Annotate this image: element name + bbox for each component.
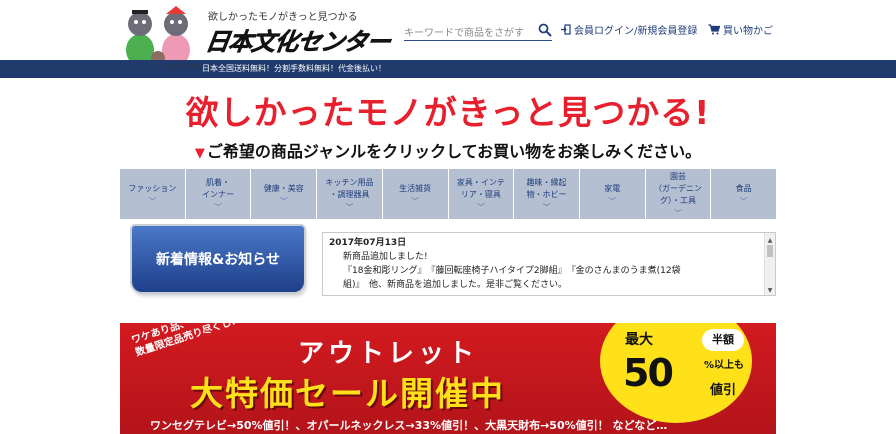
discount-max-label: 最大 — [625, 332, 653, 348]
genre-label: 健康・美容 — [263, 183, 304, 193]
news-date: 2017年07月13日 — [329, 238, 407, 248]
hero-headline: 欲しかったモノがきっと見つかる! — [185, 93, 711, 132]
genre-menu: ファッション ﹀ 肌着・インナー ﹀ 健康・美容 ﹀ キッチン用品 ・調理器具 ﹀ 生活雑… — [120, 169, 776, 219]
news-line: 組)』 他、新商品を追加しました。是非ご覧ください。 — [343, 280, 568, 290]
chevron-down-icon: ﹀ — [476, 202, 485, 212]
genre-food[interactable]: 食品 ﹀ — [711, 169, 776, 219]
genre-label: リア・寝具 — [460, 189, 501, 199]
genre-furniture[interactable]: 家具・インテ リア・寝具 ﹀ — [449, 169, 515, 219]
banner-footer-text: ワンセグテレビ→50%値引！、オパールネックレス→33%値引！、大黒天財布→50… — [150, 419, 668, 432]
login-icon — [561, 24, 571, 35]
cart-label: 買い物かご — [723, 26, 773, 37]
genre-fashion[interactable]: ファッション ﹀ — [120, 169, 186, 219]
search-box — [404, 21, 552, 43]
cart-link[interactable]: 買い物かご — [708, 22, 773, 37]
scroll-down-icon[interactable]: ▼ — [765, 284, 775, 294]
genre-label: ファッション — [128, 183, 177, 193]
scroll-up-icon[interactable]: ▲ — [765, 234, 775, 244]
scroll-thumb[interactable] — [767, 245, 773, 257]
discount-percent: 50 — [623, 351, 674, 395]
discount-more-label: %以上も — [704, 359, 744, 372]
news-scrollbar[interactable]: ▲ ▼ — [764, 233, 775, 295]
chevron-down-icon: ﹀ — [608, 196, 617, 206]
genre-hobby[interactable]: 趣味・縁起物・ホビー ﹀ — [514, 169, 580, 219]
news-badge-label: 新着情報&お知らせ — [156, 252, 280, 268]
genre-label: キッチン用品 — [325, 177, 374, 187]
half-price-badge: 半額 — [702, 329, 744, 351]
hero-subline-text: ご希望の商品ジャンルをクリックしてお買い物をお楽しみください。 — [206, 142, 702, 161]
genre-appliances[interactable]: 家電 ﹀ — [580, 169, 646, 219]
chevron-down-icon: ﹀ — [673, 208, 682, 218]
search-input[interactable] — [404, 24, 534, 43]
genre-label: （ガーデニン — [653, 183, 702, 193]
news-feed[interactable]: 2017年07月13日 新商品追加しました! 『18金和彫リング』 『藤回転座椅… — [322, 232, 776, 296]
percent-sign: % — [704, 360, 715, 371]
discount-off-label: 値引 — [710, 383, 737, 398]
notice-text: 日本全国送料無料！分割手数料無料！代金後払い！ — [202, 64, 386, 73]
genre-health-beauty[interactable]: 健康・美容 ﹀ — [251, 169, 318, 219]
genre-label: 家具・インテ — [456, 177, 505, 187]
banner-tag: ワケあり品、 数量限定品売り尽くし!! — [130, 323, 242, 360]
genre-gardening[interactable]: 園芸 （ガーデニン グ）・工具 ﹀ — [646, 169, 712, 219]
genre-label: 生活雑貨 — [399, 183, 432, 193]
cart-icon — [708, 24, 720, 35]
genre-label: 肌着・ — [206, 177, 231, 187]
login-label: 会員ログイン/新規会員登録 — [574, 26, 698, 37]
site-logo[interactable]: 日本文化センター — [203, 22, 393, 57]
chevron-down-icon: ﹀ — [214, 202, 223, 212]
genre-label: 園芸 — [669, 171, 686, 181]
news-section: 新着情報&お知らせ 2017年07月13日 新商品追加しました! 『18金和彫リ… — [120, 222, 776, 302]
genre-label: 家電 — [604, 183, 621, 193]
notice-bar: 日本全国送料無料！分割手数料無料！代金後払い！ — [0, 60, 896, 78]
genre-label: 趣味・縁起 — [526, 177, 567, 187]
genre-kitchen[interactable]: キッチン用品 ・調理器具 ﹀ — [317, 169, 383, 219]
news-badge: 新着情報&お知らせ — [132, 226, 304, 292]
hero-subline: ▼ ご希望の商品ジャンルをクリックしてお買い物をお楽しみください。 — [0, 138, 896, 162]
outlet-sale-banner[interactable]: ワケあり品、 数量限定品売り尽くし!! アウトレット 大特価セール開催中 最大 半… — [120, 323, 776, 434]
genre-label: グ）・工具 — [659, 195, 696, 205]
genre-underwear[interactable]: 肌着・インナー ﹀ — [186, 169, 252, 219]
genre-label: 食品 — [735, 183, 752, 193]
chevron-down-icon: ﹀ — [411, 196, 420, 206]
login-link[interactable]: 会員ログイン/新規会員登録 — [560, 22, 697, 37]
news-line: 新商品追加しました! — [343, 252, 428, 262]
search-icon[interactable] — [538, 23, 552, 37]
genre-household[interactable]: 生活雑貨 ﹀ — [383, 169, 449, 219]
genre-label: インナー — [202, 189, 235, 199]
banner-sale-title: 大特価セール開催中 — [190, 374, 505, 413]
chevron-down-icon: ﹀ — [542, 202, 551, 212]
genre-label: ・調理器具 — [329, 189, 370, 199]
discount-percent-value: 50 — [623, 351, 674, 395]
copyright-text: ©ブランネル — [165, 64, 201, 71]
triangle-down-icon: ▼ — [194, 146, 205, 161]
logo-tagline: 欲しかったモノがきっと見つかる — [208, 12, 358, 23]
banner-outlet-title: アウトレット — [298, 339, 479, 369]
chevron-down-icon: ﹀ — [279, 196, 288, 206]
genre-label: 物・ホビー — [526, 189, 567, 199]
chevron-down-icon: ﹀ — [739, 196, 748, 206]
site-header: 欲しかったモノがきっと見つかる 日本文化センター ©ブランネル 会員ログイン/新… — [0, 0, 896, 71]
chevron-down-icon: ﹀ — [345, 202, 354, 212]
news-line[interactable]: 『18金和彫リング』 『藤回転座椅子ハイタイプ2脚組』 『金のさんまのうま煮(1… — [329, 264, 759, 278]
more-text: 以上も — [714, 360, 745, 371]
chevron-down-icon: ﹀ — [148, 196, 157, 206]
